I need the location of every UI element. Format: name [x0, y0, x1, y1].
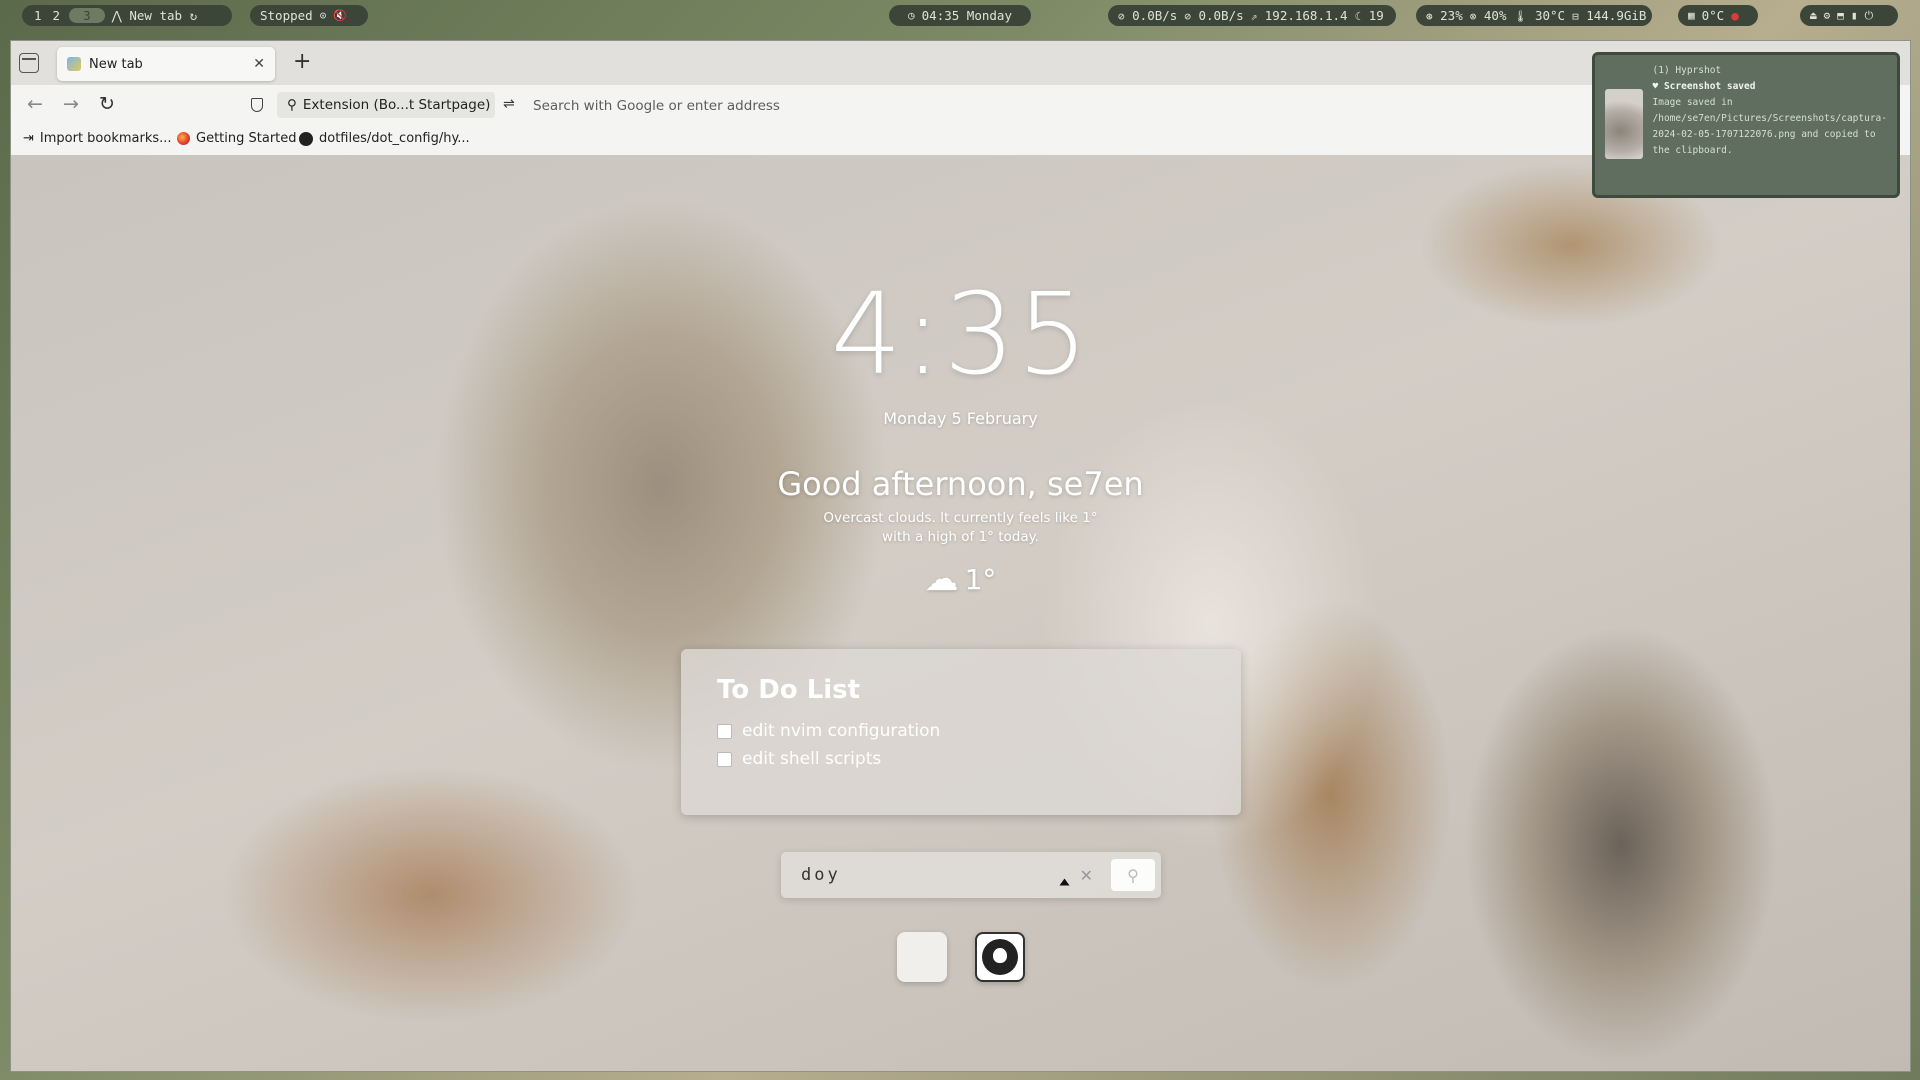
system-pill: ⊛ 23% ⊗ 40% 🌡 30°C ⊟ 144.9GiB: [1416, 5, 1652, 26]
weather-now: ☁ 1°: [11, 559, 1910, 599]
disk-usage: ⊟ 144.9GiB: [1572, 8, 1647, 23]
workspaces-pill: 1 2 3 ⋀ New tab ↻: [22, 5, 232, 26]
todo-widget: To Do List edit nvim configuration edit …: [681, 649, 1241, 815]
notification-title: ♥ Screenshot saved: [1652, 81, 1756, 92]
mem-usage: ⊗ 40%: [1469, 8, 1507, 23]
volume-icon: 🔇: [333, 9, 348, 22]
clock-icon: ◷: [908, 9, 915, 22]
network-pill: ⊘ 0.0B/s ⊘ 0.0B/s ⇗ 192.168.1.4 ☾ 19: [1108, 5, 1396, 26]
github-icon: [299, 131, 313, 146]
workspace-2[interactable]: 2: [51, 8, 63, 23]
tab-new-tab[interactable]: New tab ✕: [57, 47, 275, 81]
puzzle-icon: ⚲: [287, 97, 297, 113]
cpu-usage: ⊛ 23%: [1426, 8, 1463, 23]
record-icon[interactable]: ●: [1731, 8, 1739, 23]
shortcut-github[interactable]: [975, 932, 1025, 982]
mouse-cursor: [1059, 878, 1070, 886]
status-bar: 1 2 3 ⋀ New tab ↻ Stopped ⊙ 🔇 ◷ 04:35 Mo…: [0, 0, 1920, 30]
player-status: Stopped: [260, 8, 313, 23]
weather-pill: ▦ 0°C ●: [1678, 5, 1758, 26]
clear-icon[interactable]: ✕: [1080, 866, 1093, 885]
firefox-icon: [177, 132, 190, 145]
bookmark-dotfiles[interactable]: dotfiles/dot_config/hy...: [299, 131, 470, 146]
todo-item[interactable]: edit nvim configuration: [717, 721, 1205, 741]
reload-icon[interactable]: ↻: [99, 93, 115, 115]
extension-label: Extension (Bo...t Startpage): [302, 97, 491, 113]
address-bar-input[interactable]: [531, 93, 1585, 119]
startpage-clock: 4:35: [830, 270, 1091, 400]
greeting: Good afternoon, se7en: [777, 465, 1144, 503]
window-title: ⋀ New tab ↻: [111, 8, 198, 23]
notification-header: (1) Hyprshot: [1652, 65, 1722, 76]
shield-icon[interactable]: [251, 98, 263, 112]
screenshot-thumbnail: [1605, 89, 1643, 159]
workspace-1[interactable]: 1: [32, 8, 44, 23]
upload-rate: ⊘ 0.0B/s: [1118, 8, 1178, 23]
weather-temp: 1°: [964, 562, 997, 596]
tab-title: New tab: [89, 56, 143, 72]
search-icon: ⚲: [1127, 865, 1139, 885]
tab-overview-icon[interactable]: [19, 53, 39, 73]
notification-body: (1) Hyprshot ♥ Screenshot saved Image sa…: [1653, 63, 1888, 187]
startpage: 4:35 Monday 5 February Good afternoon, s…: [11, 155, 1910, 1071]
bar-weather-temp: 0°C: [1701, 8, 1725, 23]
todo-title: To Do List: [717, 675, 861, 705]
search-button[interactable]: ⚲: [1111, 859, 1155, 891]
tab-favicon-icon: [67, 57, 81, 71]
todo-item[interactable]: edit shell scripts: [717, 749, 1205, 769]
search-box: ✕ ⚲: [781, 852, 1161, 898]
forward-icon[interactable]: →: [63, 93, 79, 115]
notification-text: Image saved in /home/se7en/Pictures/Scre…: [1652, 97, 1888, 156]
temperature: 🌡 30°C: [1513, 8, 1566, 23]
weather-icon: ▦: [1688, 9, 1695, 22]
media-player[interactable]: Stopped ⊙ 🔇: [250, 5, 368, 26]
new-tab-button[interactable]: +: [293, 50, 311, 74]
import-icon: ⇥: [23, 131, 34, 146]
play-icon: ⊙: [319, 9, 327, 22]
shortcut-blank[interactable]: [897, 932, 947, 982]
download-rate: ⊘ 0.0B/s: [1184, 8, 1244, 23]
cloud-icon: ☁: [924, 559, 959, 599]
search-input[interactable]: [799, 864, 1074, 886]
todo-checkbox[interactable]: [717, 751, 732, 767]
permissions-icon[interactable]: ⇌: [503, 96, 515, 112]
todo-checkbox[interactable]: [717, 723, 732, 739]
battery-icon: ▮: [1850, 9, 1858, 22]
power-icon[interactable]: ⏻: [1865, 9, 1874, 23]
screenshot-notification[interactable]: (1) Hyprshot ♥ Screenshot saved Image sa…: [1592, 52, 1900, 198]
github-icon: [982, 939, 1018, 975]
settings-icon[interactable]: ⚙: [1824, 9, 1831, 22]
screenshot-icon[interactable]: ⬒: [1837, 9, 1844, 22]
lock-icon[interactable]: ⏏: [1810, 9, 1817, 22]
back-icon[interactable]: ←: [27, 93, 43, 115]
close-tab-icon[interactable]: ✕: [253, 56, 265, 72]
ip-address: ⇗ 192.168.1.4: [1250, 8, 1348, 23]
bookmark-import[interactable]: ⇥ Import bookmarks...: [23, 131, 172, 146]
weather-description: Overcast clouds. It currently feels like…: [823, 510, 1098, 545]
bookmark-getting-started[interactable]: Getting Started: [177, 131, 297, 146]
startpage-date: Monday 5 February: [883, 409, 1038, 428]
clock-pill: ◷ 04:35 Monday: [889, 5, 1031, 26]
extension-identity-button[interactable]: ⚲ Extension (Bo...t Startpage): [277, 92, 495, 118]
workspace-3[interactable]: 3: [69, 8, 105, 23]
updates-count: ☾ 19: [1354, 8, 1384, 23]
tray-pill: ⏏ ⚙ ⬒ ▮ ⏻: [1800, 5, 1898, 26]
bar-clock: 04:35 Monday: [921, 8, 1012, 23]
